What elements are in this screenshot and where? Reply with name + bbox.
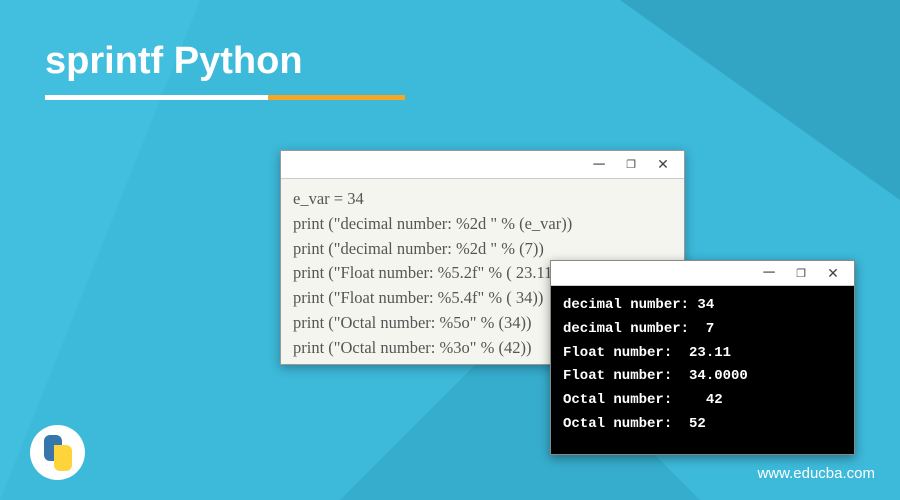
title-underline	[45, 95, 405, 100]
code-line: print ("decimal number: %2d " % (e_var))	[293, 214, 572, 233]
window-titlebar: ─ ❐ ✕	[551, 261, 854, 286]
console-line: Float number: 34.0000	[563, 368, 748, 384]
close-icon[interactable]: ✕	[817, 262, 849, 284]
code-line: print ("Octal number: %3o" % (42))	[293, 338, 531, 357]
console-line: decimal number: 7	[563, 321, 714, 337]
python-logo-icon	[30, 425, 85, 480]
console-output-window: ─ ❐ ✕ decimal number: 34 decimal number:…	[550, 260, 855, 455]
console-content: decimal number: 34 decimal number: 7 Flo…	[551, 286, 854, 454]
page-title: sprintf Python	[45, 40, 303, 83]
console-line: Float number: 23.11	[563, 345, 731, 361]
console-line: Octal number: 52	[563, 416, 706, 432]
window-titlebar: ─ ❐ ✕	[281, 151, 684, 179]
code-line: print ("decimal number: %2d " % (7))	[293, 239, 544, 258]
footer-url: www.educba.com	[757, 465, 875, 482]
close-icon[interactable]: ✕	[647, 154, 679, 176]
maximize-icon[interactable]: ❐	[615, 154, 647, 176]
maximize-icon[interactable]: ❐	[785, 262, 817, 284]
minimize-icon[interactable]: ─	[583, 154, 615, 176]
code-line: print ("Float number: %5.2f" % ( 23.11))	[293, 263, 563, 282]
console-line: decimal number: 34	[563, 297, 714, 313]
minimize-icon[interactable]: ─	[753, 262, 785, 284]
code-line: print ("Float number: %5.4f" % ( 34))	[293, 288, 543, 307]
code-line: print ("Octal number: %5o" % (34))	[293, 313, 531, 332]
code-line: e_var = 34	[293, 189, 364, 208]
console-line: Octal number: 42	[563, 392, 723, 408]
